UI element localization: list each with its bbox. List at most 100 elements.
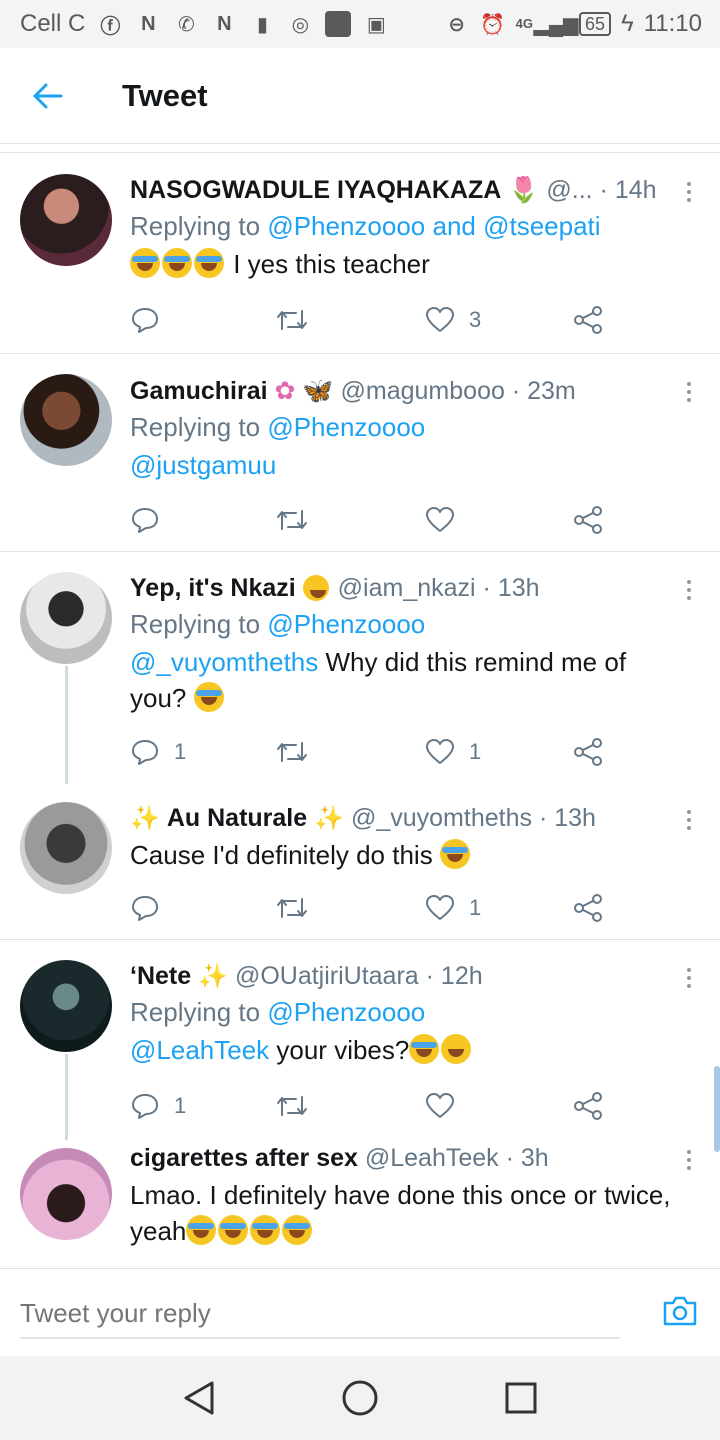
display-name[interactable]: cigarettes after sex (130, 1144, 358, 1172)
clock: 11:10 (643, 10, 702, 37)
avatar[interactable] (20, 174, 112, 266)
more-vertical-icon[interactable] (684, 382, 694, 402)
avatar[interactable] (20, 572, 112, 664)
timestamp: · 13h (538, 804, 596, 832)
reply-button[interactable] (130, 893, 174, 923)
heart-icon (426, 739, 454, 764)
like-button[interactable] (425, 1092, 469, 1120)
reply-button[interactable]: 1 (130, 737, 186, 767)
reply-feed: NASOGWADULE IYAQHAKAZA 🌷 @... · 14h Repl… (0, 154, 720, 1270)
share-icon (574, 1092, 602, 1120)
divider (0, 152, 720, 153)
avatar[interactable] (20, 374, 112, 466)
sd-card-icon: ▮ (256, 13, 268, 36)
replying-to: Replying to @Phenzoooo (130, 609, 680, 640)
replying-to-link[interactable]: @Phenzoooo (267, 609, 425, 639)
reply-input[interactable] (20, 1289, 620, 1339)
retweet-icon (277, 510, 307, 530)
more-vertical-icon[interactable] (684, 810, 694, 830)
reply-button[interactable]: 1 (130, 1091, 186, 1121)
charging-icon: ϟ (621, 10, 634, 37)
timestamp: · 14h (599, 176, 657, 204)
tweet-text: Cause I'd definitely do this (130, 840, 433, 870)
retweet-button[interactable] (275, 1091, 309, 1121)
tweet-item[interactable]: NASOGWADULE IYAQHAKAZA 🌷 @... · 14h Repl… (0, 154, 720, 354)
user-handle: @magumbooo (340, 377, 505, 405)
rofl-emoji (193, 682, 224, 712)
tweet-item[interactable]: Yep, it's Nkazi @iam_nkazi · 13h Replyin… (0, 552, 720, 784)
tweet-item[interactable]: Gamuchirai ✿ 🦋 @magumbooo · 23m Replying… (0, 354, 720, 552)
system-nav-bar (0, 1356, 720, 1440)
share-icon (574, 894, 602, 922)
nav-home-icon[interactable] (341, 1379, 379, 1417)
like-button[interactable]: 3 (425, 306, 481, 334)
more-vertical-icon[interactable] (684, 1150, 694, 1170)
replying-to: Replying to @Phenzoooo and @tseepati (130, 211, 680, 242)
share-icon (574, 506, 602, 534)
nav-back-icon[interactable] (182, 1380, 216, 1416)
avatar[interactable] (20, 1148, 112, 1240)
rose-emoji: 🌷 (508, 176, 540, 204)
replying-to-link[interactable]: @Phenzoooo (267, 997, 425, 1027)
crying-emoji (439, 839, 470, 869)
display-name[interactable]: ‘Nete (130, 962, 191, 990)
share-button[interactable] (573, 505, 603, 535)
retweet-icon (277, 742, 307, 762)
laughing-emoji (282, 1215, 313, 1245)
laughing-emoji (186, 1215, 217, 1245)
display-name[interactable]: Au Naturale (167, 804, 307, 832)
reply-button[interactable] (130, 305, 174, 335)
replying-to-link[interactable]: @Phenzoooo and @tseepati (267, 211, 600, 241)
user-handle: @iam_nkazi (337, 574, 476, 602)
reply-count: 1 (174, 739, 187, 764)
netflix-icon: N (217, 12, 232, 35)
share-button[interactable] (573, 305, 603, 335)
display-name[interactable]: Yep, it's Nkazi (130, 574, 296, 602)
display-name[interactable]: Gamuchirai (130, 377, 268, 405)
signal-icon: ▂▄▆ (533, 13, 579, 36)
avatar[interactable] (20, 960, 112, 1052)
retweet-icon (277, 898, 307, 918)
tweet-item[interactable]: ✨ Au Naturale ✨ @_vuyomtheths · 13h Caus… (0, 784, 720, 940)
heart-icon (426, 307, 454, 332)
replying-prefix: Replying to (130, 211, 261, 241)
like-button[interactable] (425, 506, 469, 534)
status-bar: Cell C ⓕ N ✆ N ▮ ◎ ▣ ⊖ ⏰ 4G ▂▄▆ 65 ϟ 11:… (0, 0, 720, 48)
share-button[interactable] (573, 737, 603, 767)
netflix-icon: N (141, 12, 156, 35)
reply-button[interactable] (130, 505, 174, 535)
share-button[interactable] (573, 1091, 603, 1121)
heart-icon (426, 507, 454, 532)
back-button[interactable] (0, 48, 96, 144)
nav-recents-icon[interactable] (504, 1381, 538, 1415)
alarm-icon: ⏰ (480, 13, 506, 36)
replying-to-link[interactable]: @Phenzoooo (267, 412, 425, 442)
reply-icon (132, 740, 158, 765)
retweet-button[interactable] (275, 505, 309, 535)
more-vertical-icon[interactable] (684, 580, 694, 600)
retweet-button[interactable] (275, 305, 309, 335)
tweet-text: your vibes? (276, 1035, 410, 1065)
crying-emoji (409, 1034, 440, 1064)
more-vertical-icon[interactable] (684, 182, 694, 202)
tweet-item[interactable]: ‘Nete ✨ @OUatjiriUtaara · 12h Replying t… (0, 940, 720, 1140)
battery-level: 65 (578, 12, 612, 36)
camera-button[interactable] (662, 1295, 698, 1332)
like-button[interactable]: 1 (425, 738, 481, 766)
mention-link[interactable]: @justgamuu (130, 450, 276, 480)
like-button[interactable]: 1 (425, 894, 481, 922)
retweet-button[interactable] (275, 893, 309, 923)
tweet-text-row: @justgamuu (130, 447, 680, 483)
scroll-indicator[interactable] (714, 1066, 720, 1152)
mention-link[interactable]: @LeahTeek (130, 1035, 269, 1065)
retweet-button[interactable] (275, 737, 309, 767)
avatar[interactable] (20, 802, 112, 894)
mention-link[interactable]: @_vuyomtheths (130, 647, 318, 677)
share-button[interactable] (573, 893, 603, 923)
tweet-item[interactable]: cigarettes after sex @LeahTeek · 3h Lmao… (0, 1140, 720, 1270)
display-name[interactable]: NASOGWADULE IYAQHAKAZA (130, 176, 501, 204)
carrier-label: Cell C (20, 10, 86, 37)
replying-prefix: Replying to (130, 609, 261, 639)
camera-icon (663, 1296, 697, 1326)
more-vertical-icon[interactable] (684, 968, 694, 988)
